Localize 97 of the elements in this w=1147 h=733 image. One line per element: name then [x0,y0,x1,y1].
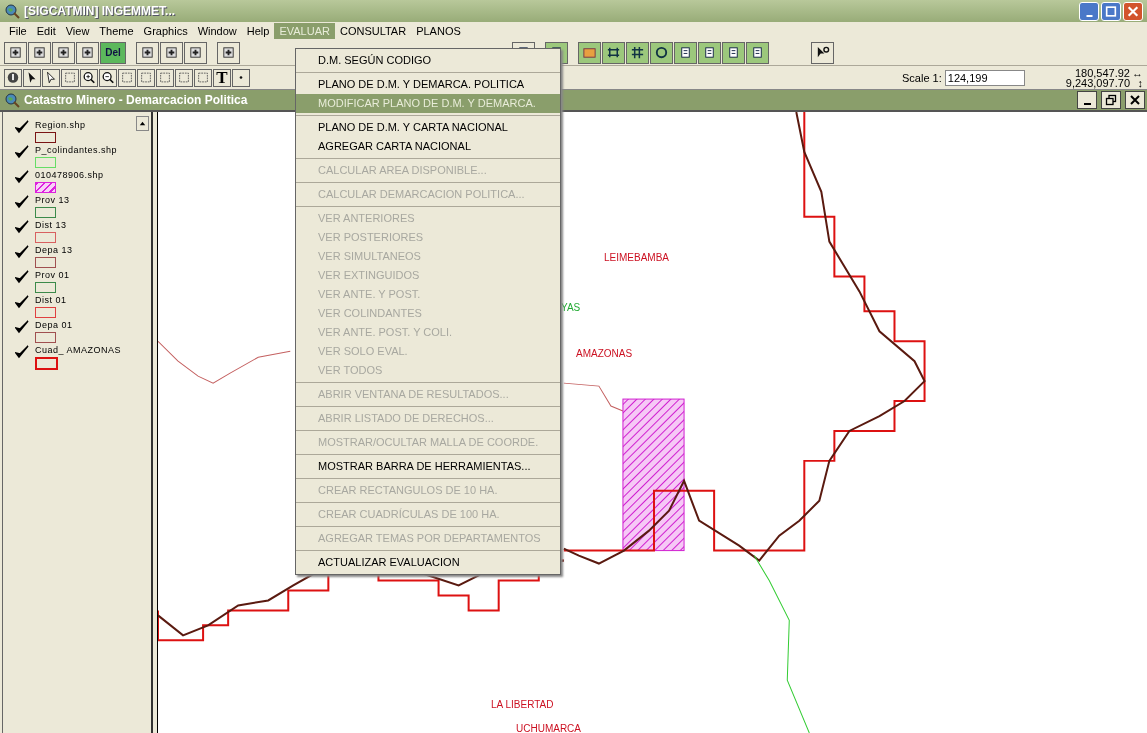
menu-item[interactable]: Theme [94,23,139,39]
close-icon [1128,94,1142,106]
folder-icon [582,45,597,60]
checkmark-icon [15,295,29,309]
checkmark-icon [15,345,29,359]
layer-checkbox[interactable] [15,145,29,159]
vertical-arrow-icon: ↕ [1132,77,1143,88]
layer-name: Prov 01 [35,270,70,280]
maximize-button[interactable] [1101,1,1121,21]
scroll-up-button[interactable] [136,116,149,131]
zoomout-tool-button[interactable] [99,68,117,87]
map-place-label: UCHUMARCA [516,723,581,733]
checkmark-icon [15,220,29,234]
layer-name: Dist 01 [35,295,67,305]
layer-name: Prov 13 [35,195,70,205]
menu-item[interactable]: File [4,23,32,39]
circle-tool-button[interactable] [650,41,673,64]
zoomin-icon [82,70,96,85]
select-tool-button[interactable] [61,68,79,87]
layer-checkbox[interactable] [15,345,29,359]
zoomout-icon [101,70,115,85]
y-coordinate: 9,243,097.70 [1065,77,1130,88]
menu-item[interactable]: EVALUAR [274,23,335,39]
checkmark-icon [15,195,29,209]
minimize-icon [1085,14,1093,17]
layer-checkbox[interactable] [15,270,29,284]
layer-name: Cuad_ AMAZONAS [35,345,122,355]
window-title: [SIGCATMIN] INGEMMET... [24,4,176,18]
layer-checkbox[interactable] [15,320,29,334]
map-place-label: LA LIBERTAD [491,699,554,710]
menu-item[interactable]: PLANOS [411,23,466,39]
document-title: Catastro Minero - Demarcacion Politica [24,93,248,107]
scale-field[interactable]: 124,199 [944,69,1025,86]
menu-item[interactable]: PLANO DE D.M. Y DEMARCA. POLITICA [296,75,560,94]
checkmark-icon [15,245,29,259]
layer-checkbox[interactable] [15,220,29,234]
minimize-icon [1083,103,1091,105]
restore-icon [1104,94,1118,106]
arrow2-icon [44,70,58,85]
layer-checkbox[interactable] [15,195,29,209]
checkmark-icon [15,170,29,184]
circle-icon [654,45,669,60]
text-tool-button[interactable]: T [213,68,231,87]
layer-checkbox[interactable] [15,120,29,134]
scale-label: Scale 1: [902,71,942,84]
layer-name: Depa 13 [35,245,73,255]
globe-magnifier-icon [4,92,20,108]
restore-button[interactable] [1101,91,1121,109]
horizontal-arrow-icon: ↔ [1132,67,1143,78]
arrow-tool-button[interactable] [23,68,41,87]
menu-item[interactable]: Window [192,23,242,39]
select-icon [63,70,77,85]
menu-item[interactable]: D.M. SEGÚN CODIGO [296,51,560,70]
close-icon [1126,4,1140,18]
zoomin-tool-button[interactable] [80,68,98,87]
delete-button[interactable]: Del [100,41,126,64]
layer-checkbox[interactable] [15,170,29,184]
checkmark-icon [15,270,29,284]
layer-name: P_colindantes.shp [35,145,118,155]
layer-checkbox[interactable] [15,245,29,259]
menu-item[interactable]: CONSULTAR [334,23,412,39]
folder-tool-button[interactable] [578,41,601,64]
info-icon [6,70,20,85]
dot-tool-button[interactable] [232,68,250,87]
info-tool-button[interactable] [4,68,22,87]
help-tool-button[interactable] [811,41,834,64]
district-boundary-line [563,382,624,412]
layer-name: Region.shp [35,120,86,130]
layer-checkbox[interactable] [15,295,29,309]
globe-magnifier-icon [4,3,20,19]
menu-item[interactable]: Edit [31,23,61,39]
arrow2-tool-button[interactable] [42,68,60,87]
grid-icon [630,45,645,60]
maximize-icon [1104,4,1118,18]
checkmark-icon [15,320,29,334]
menu-item[interactable]: View [60,23,95,39]
menu-item[interactable]: ACTUALIZAR EVALUACION [296,553,560,572]
menu-item[interactable]: MODIFICAR PLANO DE D.M. Y DEMARCA. [296,94,560,113]
x-coordinate: 180,547.92 [1074,67,1130,78]
menu-item[interactable]: Graphics [138,23,193,39]
checkmark-icon [15,120,29,134]
checkmark-icon [15,145,29,159]
map-place-label: AMAZONAS [576,348,633,359]
layer-name: Dist 13 [35,220,67,230]
menu-item[interactable]: PLANO DE D.M. Y CARTA NACIONAL [296,118,560,137]
layer-name: 010478906.shp [35,170,104,180]
minimize-button[interactable] [1077,91,1097,109]
grid-tool-button[interactable] [626,41,649,64]
menu-item[interactable]: AGREGAR CARTA NACIONAL [296,137,560,156]
layer-name: Depa 01 [35,320,73,330]
menu-item[interactable]: MOSTRAR BARRA DE HERRAMIENTAS... [296,457,560,476]
frame-icon [606,45,621,60]
frame-tool-button[interactable] [602,41,625,64]
menu-item[interactable]: Help [241,23,275,39]
map-place-label: YAS [561,302,581,313]
close-button[interactable] [1125,91,1145,109]
map-place-label: LEIMEBAMBA [604,252,670,263]
